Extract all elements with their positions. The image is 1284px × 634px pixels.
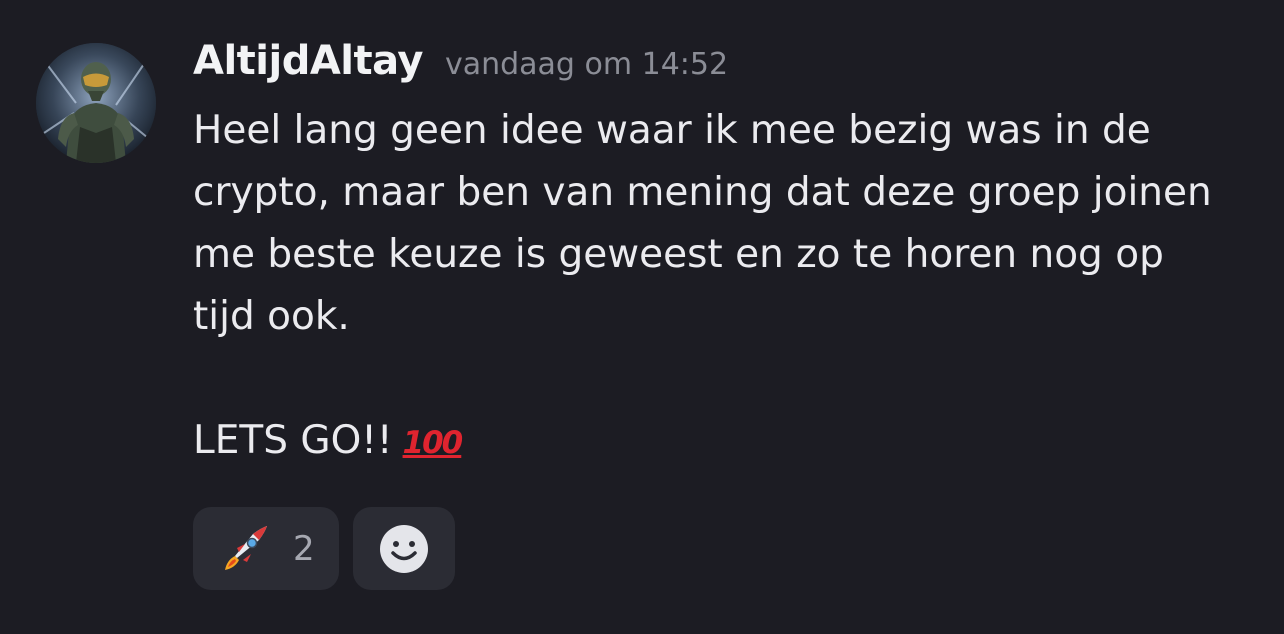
- reaction-rocket[interactable]: 2: [193, 507, 339, 590]
- reactions-bar: 2: [193, 507, 455, 590]
- message-header: AltijdAltay vandaag om 14:52: [193, 38, 728, 98]
- add-reaction-button[interactable]: [353, 507, 455, 590]
- message-timestamp: vandaag om 14:52: [444, 47, 729, 82]
- user-avatar[interactable]: [36, 43, 156, 163]
- message-line: Heel lang geen idee waar ik mee bezig wa…: [193, 108, 1151, 153]
- message-line: crypto, maar ben van mening dat deze gro…: [193, 170, 1212, 215]
- reaction-count: 2: [293, 528, 315, 569]
- message-final-line: LETS GO!! 100: [193, 410, 1263, 474]
- chat-message: AltijdAltay vandaag om 14:52 Heel lang g…: [0, 0, 1284, 634]
- message-line: me beste keuze is geweest en zo te horen…: [193, 232, 1164, 277]
- message-content: Heel lang geen idee waar ik mee bezig wa…: [193, 100, 1263, 474]
- final-line-text: LETS GO!!: [193, 418, 393, 463]
- rocket-icon: [225, 525, 267, 570]
- message-line: tijd ook.: [193, 294, 350, 339]
- hundred-points-emoji-icon: 100: [402, 425, 464, 461]
- username[interactable]: AltijdAltay: [193, 38, 423, 84]
- armored-soldier-avatar-icon: [36, 43, 156, 163]
- smiley-face-icon: [380, 524, 428, 573]
